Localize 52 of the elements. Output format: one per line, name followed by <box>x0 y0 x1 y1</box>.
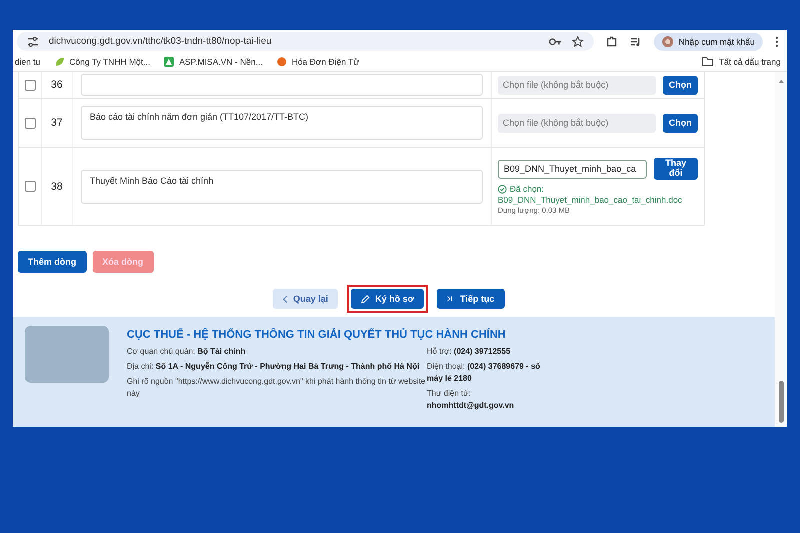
choose-file-button[interactable]: Chọn <box>663 76 698 94</box>
bookmark[interactable]: ASP.MISA.VN - Nền... <box>164 57 263 67</box>
leaf-icon <box>54 57 65 67</box>
footer-info: Điện thoại: (024) 37689679 - số máy lẻ 2180 <box>427 361 542 385</box>
description-field[interactable] <box>81 74 483 96</box>
pencil-icon <box>361 294 370 304</box>
chevron-left-icon <box>283 294 288 304</box>
file-field[interactable]: Chọn file (không bắt buộc) <box>498 76 656 94</box>
choose-file-button[interactable]: Chọn <box>663 114 698 132</box>
row-number: 38 <box>51 180 63 192</box>
change-file-button[interactable]: Thay đổi <box>654 158 698 180</box>
file-field[interactable]: Chọn file (không bắt buộc) <box>498 114 656 132</box>
file-name: B09_DNN_Thuyet_minh_bao_cao_tai_chinh.doc <box>498 195 684 205</box>
bookmark[interactable]: dien tu <box>15 57 41 67</box>
row-action-button[interactable]: Thêm dòng <box>18 251 86 273</box>
footer-info: Thư điện tử: nhomhttdt@gdt.gov.vn <box>427 388 516 412</box>
row-checkbox[interactable] <box>24 181 36 192</box>
bookmark[interactable]: Hóa Đơn Điện Tử <box>276 57 360 67</box>
row-number: 36 <box>51 79 63 91</box>
nav-button[interactable]: Tiếp tục <box>437 289 505 309</box>
footer-info: Cơ quan chủ quản: Bộ Tài chính <box>127 346 247 358</box>
check-circle-icon <box>498 184 507 194</box>
triangle-logo-icon <box>164 57 174 67</box>
footer-info: Hỗ trợ: (024) 39712555 <box>427 346 512 358</box>
row-checkbox[interactable] <box>24 80 36 90</box>
star-icon[interactable] <box>572 36 584 48</box>
scroll-up-icon[interactable] <box>778 79 784 84</box>
site-settings-icon[interactable] <box>27 36 39 48</box>
folder-icon <box>702 57 714 67</box>
avatar-icon <box>662 36 674 48</box>
description-field[interactable]: Thuyết Minh Báo Cáo tài chính <box>81 170 483 204</box>
description-field[interactable]: Báo cáo tài chính năm đơn giản (TT107/2017/TT-BTC) <box>81 106 483 140</box>
url-text: dichvucong.gdt.gov.vn/tthc/tk03-tndn-tt80/nop-tai-lieu <box>49 36 273 47</box>
row-number: 37 <box>51 117 63 129</box>
footer-info: Địa chỉ: Số 1A - Nguyễn Công Trứ - Phường Hai Bà Trưng - Thành phố Hà Nội <box>127 361 421 373</box>
all-bookmarks-button[interactable]: Tất cả dấu trang <box>702 57 781 67</box>
scroll-thumb[interactable] <box>778 381 784 423</box>
footer-title: CỤC THUẾ - HỆ THỐNG THÔNG TIN GIẢI QUYẾT THỦ TỤC HÀNH CHÍNH <box>127 329 507 341</box>
media-icon[interactable] <box>630 36 642 48</box>
file-field[interactable]: B09_DNN_Thuyet_minh_bao_ca <box>498 160 647 178</box>
key-icon[interactable] <box>548 36 562 46</box>
address-bar[interactable]: dichvucong.gdt.gov.vn/tthc/tk03-tndn-tt80/nop-tai-lieu <box>17 32 594 51</box>
nav-button[interactable]: Ký hồ sơ <box>351 289 424 309</box>
profile-button[interactable]: Nhập cụm mật khẩu <box>654 32 763 50</box>
dot-icon <box>276 57 287 67</box>
more-menu-icon[interactable] <box>775 36 779 48</box>
bookmark[interactable]: Công Ty TNHH Một... <box>54 57 150 67</box>
scrollbar[interactable] <box>775 72 787 427</box>
nav-button[interactable]: Quay lại <box>273 289 338 309</box>
footer-info: Ghi rõ nguồn "https://www.dichvucong.gdt.gov.vn" khi phát hành thông tin từ website này <box>127 376 427 400</box>
chosen-label: Đã chọn: <box>510 184 544 194</box>
row-checkbox[interactable] <box>24 118 36 128</box>
